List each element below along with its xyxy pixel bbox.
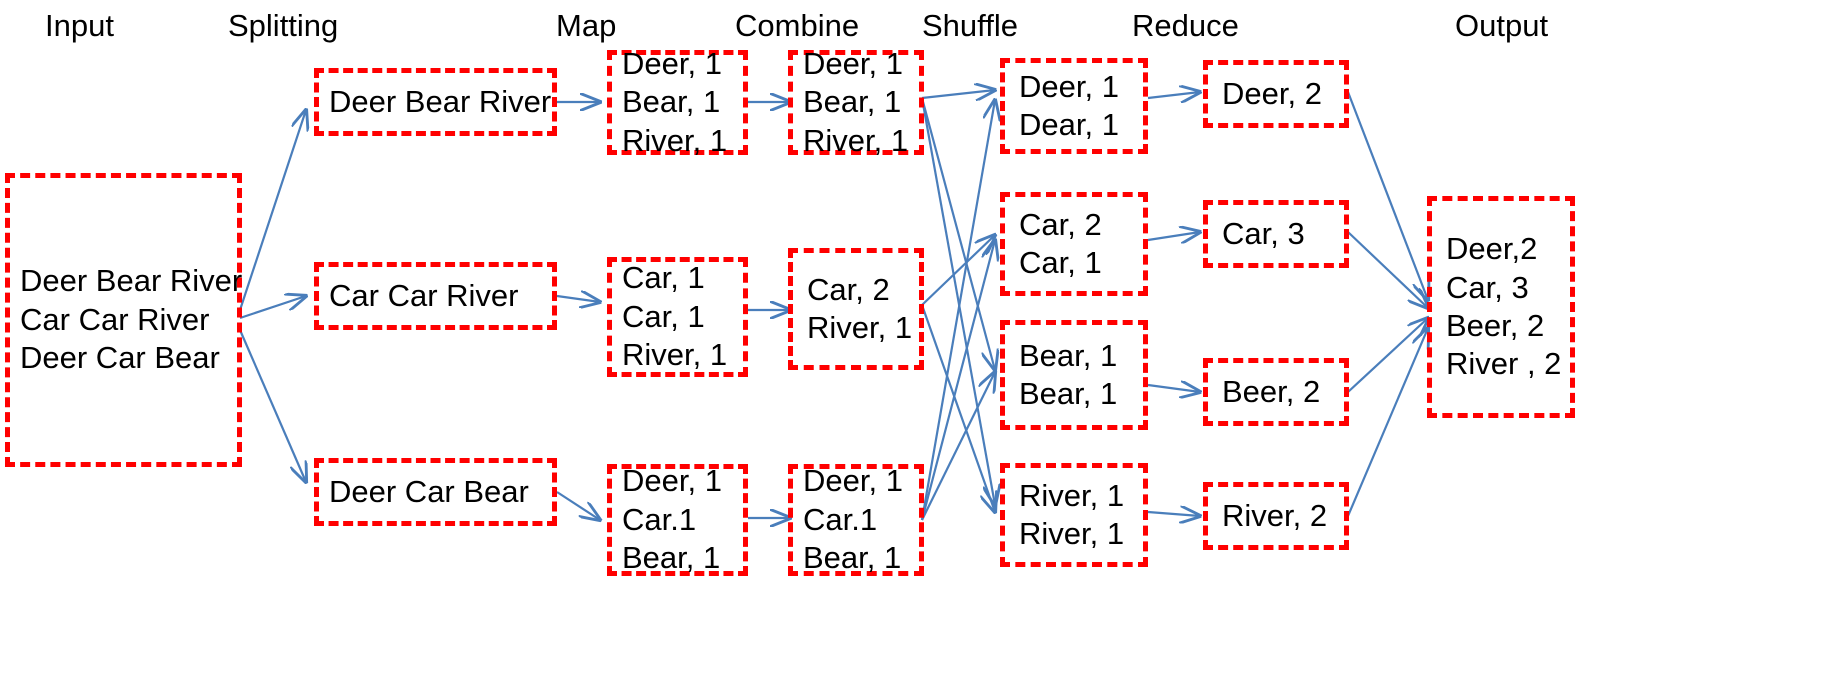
shuffle-3-line-2: Bear, 1 xyxy=(1019,376,1118,411)
map-1-line-3: River, 1 xyxy=(622,122,728,158)
input-box[interactable]: Deer Bear River Car Car River Deer Car B… xyxy=(5,173,242,467)
column-label-splitting: Splitting xyxy=(228,8,339,43)
reduce-2-line-1: Car, 3 xyxy=(1222,215,1305,251)
shuffle-2-line-2: Car, 1 xyxy=(1019,245,1102,280)
reduce-box-river[interactable]: River, 2 xyxy=(1203,482,1349,550)
map-3-line-3: Bear, 1 xyxy=(622,540,721,576)
combine-2-line-2: River, 1 xyxy=(807,310,913,345)
combine-box-1[interactable]: Deer, 1 Bear, 1 River, 1 xyxy=(788,46,924,158)
output-box[interactable]: Deer,2 Car, 3 Beer, 2 River , 2 xyxy=(1427,196,1575,418)
split-1-line-1: Deer Bear River xyxy=(329,83,552,119)
diagram-canvas: Input Splitting Map Combine Shuffle Redu… xyxy=(0,0,1837,678)
split-2-line-1: Car Car River xyxy=(329,277,519,313)
map-box-1[interactable]: Deer, 1 Bear, 1 River, 1 xyxy=(607,46,748,158)
map-2-line-2: Car, 1 xyxy=(622,298,705,334)
shuffle-box-bear[interactable]: Bear, 1 Bear, 1 xyxy=(1000,320,1148,430)
map-2-line-3: River, 1 xyxy=(622,337,728,373)
map-3-line-2: Car.1 xyxy=(622,501,697,537)
split-box-2[interactable]: Car Car River xyxy=(314,262,557,330)
shuffle-3-line-1: Bear, 1 xyxy=(1019,337,1118,373)
column-label-input: Input xyxy=(45,8,114,43)
column-label-map: Map xyxy=(556,8,617,43)
column-label-output: Output xyxy=(1455,8,1549,43)
reduce-3-line-1: Beer, 2 xyxy=(1222,373,1321,409)
shuffle-4-line-2: River, 1 xyxy=(1019,516,1125,551)
shuffle-box-car[interactable]: Car, 2 Car, 1 xyxy=(1000,192,1148,296)
combine-1-line-2: Bear, 1 xyxy=(803,84,902,120)
map-3-line-1: Deer, 1 xyxy=(622,463,722,499)
input-line-1: Deer Bear River xyxy=(20,263,243,299)
combine-box-3[interactable]: Deer, 1 Car.1 Bear, 1 xyxy=(788,463,924,576)
column-label-reduce: Reduce xyxy=(1132,8,1239,43)
input-line-3: Deer Car Bear xyxy=(20,340,220,376)
column-label-shuffle: Shuffle xyxy=(922,8,1018,43)
shuffle-1-line-2: Dear, 1 xyxy=(1019,107,1119,142)
output-line-4: River , 2 xyxy=(1446,346,1562,382)
reduce-box-beer[interactable]: Beer, 2 xyxy=(1203,358,1349,426)
split-box-1[interactable]: Deer Bear River xyxy=(314,68,557,136)
combine-3-line-2: Car.1 xyxy=(803,501,878,537)
map-1-line-2: Bear, 1 xyxy=(622,84,721,120)
shuffle-4-line-1: River, 1 xyxy=(1019,477,1125,513)
map-1-line-1: Deer, 1 xyxy=(622,45,722,81)
shuffle-box-deer[interactable]: Deer, 1 Dear, 1 xyxy=(1000,58,1148,154)
split-3-line-1: Deer Car Bear xyxy=(329,473,529,509)
map-box-3[interactable]: Deer, 1 Car.1 Bear, 1 xyxy=(607,463,748,576)
combine-3-line-1: Deer, 1 xyxy=(803,463,903,499)
split-box-3[interactable]: Deer Car Bear xyxy=(314,458,557,526)
map-2-line-1: Car, 1 xyxy=(622,260,705,296)
combine-1-line-1: Deer, 1 xyxy=(803,45,903,81)
input-line-2: Car Car River xyxy=(20,301,210,337)
output-line-2: Car, 3 xyxy=(1446,269,1529,305)
combine-1-line-3: River, 1 xyxy=(803,122,909,158)
combine-box-2[interactable]: Car, 2 River, 1 xyxy=(788,248,924,370)
reduce-4-line-1: River, 2 xyxy=(1222,497,1328,533)
reduce-1-line-1: Deer, 2 xyxy=(1222,75,1322,111)
reduce-box-deer[interactable]: Deer, 2 xyxy=(1203,60,1349,128)
column-label-combine: Combine xyxy=(735,8,860,43)
shuffle-2-line-1: Car, 2 xyxy=(1019,206,1102,242)
map-box-2[interactable]: Car, 1 Car, 1 River, 1 xyxy=(607,257,748,377)
reduce-box-car[interactable]: Car, 3 xyxy=(1203,200,1349,268)
combine-3-line-3: Bear, 1 xyxy=(803,540,902,576)
output-line-3: Beer, 2 xyxy=(1446,308,1545,343)
shuffle-1-line-1: Deer, 1 xyxy=(1019,68,1119,104)
shuffle-box-river[interactable]: River, 1 River, 1 xyxy=(1000,463,1148,567)
output-line-1: Deer,2 xyxy=(1446,231,1538,267)
combine-2-line-1: Car, 2 xyxy=(807,271,890,307)
